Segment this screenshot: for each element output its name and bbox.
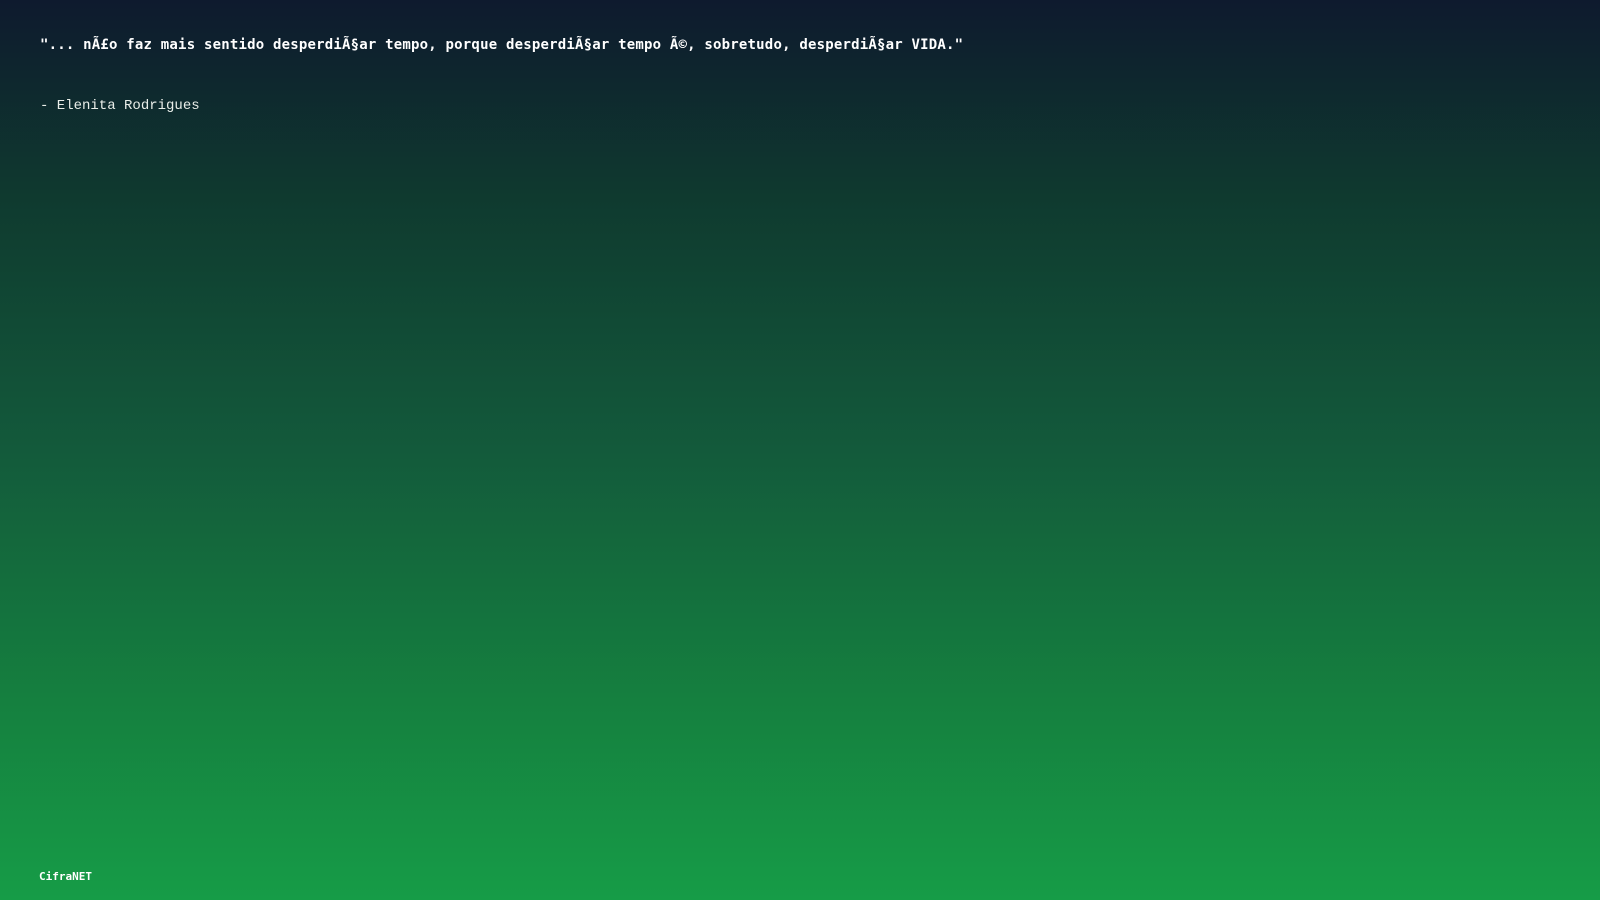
page-background: { "quote": { "text": "\"... nÃ£o faz mai… (0, 0, 1600, 900)
quote-text: "... nÃ£o faz mais sentido desperdiÃ§ar … (40, 37, 964, 53)
quote-author: - Elenita Rodrigues (40, 98, 200, 114)
brand-label: CifraNET (39, 870, 92, 883)
